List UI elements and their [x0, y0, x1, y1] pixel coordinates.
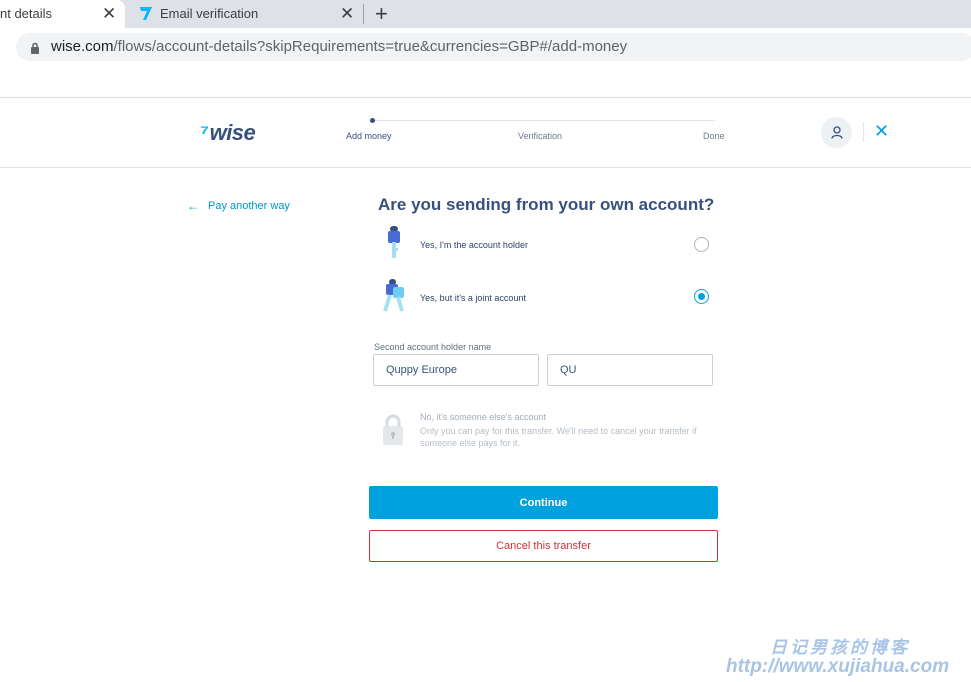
tab-divider: [363, 4, 364, 24]
radio-checked[interactable]: [694, 289, 709, 304]
pay-another-way-link[interactable]: ← Pay another way: [187, 199, 290, 213]
pay-another-way-label: Pay another way: [208, 200, 290, 212]
second-holder-last-name-input[interactable]: [547, 354, 713, 386]
single-key-icon: [382, 226, 404, 267]
step-add-money: Add money: [346, 131, 392, 141]
user-icon: [830, 126, 843, 139]
wise-logo[interactable]: ⁷wise: [200, 120, 256, 146]
profile-avatar[interactable]: [821, 117, 852, 148]
back-arrow-icon[interactable]: ↑: [0, 36, 2, 53]
second-holder-first-name-input[interactable]: [373, 354, 539, 386]
close-tab-icon[interactable]: ✕: [340, 4, 354, 24]
url-text[interactable]: wise.com/flows/account-details?skipRequi…: [51, 38, 627, 55]
url-path: /flows/account-details?skipRequirements=…: [113, 38, 628, 55]
browser-tab-bar: nt details ✕ Email verification ✕ +: [0, 0, 971, 28]
tab-account-details[interactable]: nt details ✕: [0, 0, 125, 28]
tab-email-verification[interactable]: Email verification ✕: [127, 0, 365, 28]
step-verification: Verification: [518, 131, 563, 141]
new-tab-icon[interactable]: +: [375, 1, 388, 27]
arrow-left-icon: ←: [187, 199, 199, 213]
padlock-icon: [382, 414, 404, 451]
option-account-holder[interactable]: Yes, I'm the account holder: [372, 226, 718, 266]
tab-label: nt details: [0, 6, 53, 21]
url-host: wise.com: [51, 38, 114, 55]
cancel-transfer-button[interactable]: Cancel this transfer: [369, 530, 718, 562]
step-done: Done: [703, 131, 725, 141]
second-holder-label: Second account holder name: [374, 342, 492, 352]
radio-unchecked[interactable]: [694, 237, 709, 252]
wise-flag-icon: [137, 4, 153, 25]
logo-text: wise: [209, 120, 256, 145]
continue-button[interactable]: Continue: [369, 486, 718, 519]
option-joint-account[interactable]: Yes, but it's a joint account: [372, 279, 718, 319]
lock-icon[interactable]: [30, 41, 40, 54]
wise-flag-icon: ⁷: [200, 120, 209, 145]
option-someone-else-disabled: No, it's someone else's account Only you…: [380, 412, 720, 456]
browser-toolbar: ↑ wise.com/flows/account-details?skipReq…: [0, 28, 971, 66]
address-bar[interactable]: wise.com/flows/account-details?skipRequi…: [16, 33, 971, 61]
page-title: Are you sending from your own account?: [378, 195, 715, 214]
stepper-active-dot: [370, 118, 375, 123]
disabled-option-label: No, it's someone else's account: [420, 412, 546, 422]
option-label: Yes, I'm the account holder: [420, 240, 528, 250]
close-tab-icon[interactable]: ✕: [102, 4, 116, 24]
tab-label: Email verification: [160, 6, 259, 21]
option-label: Yes, but it's a joint account: [420, 293, 526, 303]
flow-header: ⁷wise Add money Verification Done ✕: [0, 98, 971, 168]
stepper-track: [372, 120, 715, 121]
disabled-option-description: Only you can pay for this transfer. We'l…: [420, 426, 697, 448]
close-flow-icon[interactable]: ✕: [874, 121, 889, 141]
two-keys-icon: [382, 279, 408, 320]
watermark-url: http://www.xujiahua.com: [726, 656, 950, 677]
watermark-title: 日记男孩的博客: [770, 638, 910, 658]
header-separator: [863, 122, 864, 142]
